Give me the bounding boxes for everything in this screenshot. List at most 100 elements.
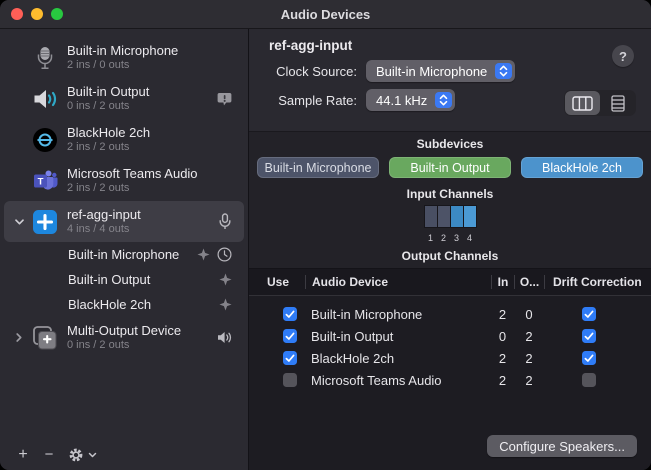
row-device-name: BlackHole 2ch xyxy=(305,351,491,366)
sidebar-item-built-in-microphone[interactable]: Built-in Microphone2 ins / 0 outs xyxy=(4,37,244,78)
drift-correction-checkbox[interactable] xyxy=(582,329,596,343)
sidebar-item-microsoft-teams-audio[interactable]: T Microsoft Teams Audio2 ins / 2 outs xyxy=(4,160,244,201)
col-header-in[interactable]: In xyxy=(491,275,514,289)
sidebar-subitem-built-in-output[interactable]: Built-in Output xyxy=(4,267,244,292)
configure-speakers-button[interactable]: Configure Speakers... xyxy=(487,435,637,457)
speaker-small-icon xyxy=(217,331,232,344)
table-row-blackhole-2ch[interactable]: BlackHole 2ch22 xyxy=(249,347,651,369)
row-device-name: Microsoft Teams Audio xyxy=(305,373,491,388)
col-header-use[interactable]: Use xyxy=(267,275,305,289)
sidebar-item-built-in-output[interactable]: Built-in Output0 ins / 2 outs xyxy=(4,78,244,119)
device-subtitle: 0 ins / 2 outs xyxy=(67,100,149,114)
drift-correction-checkbox[interactable] xyxy=(582,351,596,365)
window-title: Audio Devices xyxy=(0,7,651,22)
device-label: Built-in Output xyxy=(68,272,150,287)
row-in-count: 2 xyxy=(491,307,514,322)
sample-rate-value: 44.1 kHz xyxy=(376,93,427,108)
subdevice-button-blackhole-2ch[interactable]: BlackHole 2ch xyxy=(521,157,643,178)
row-in-count: 0 xyxy=(491,329,514,344)
device-subtitle: 2 ins / 2 outs xyxy=(67,182,198,196)
channel-3-number: 3 xyxy=(451,233,463,243)
zoom-button[interactable] xyxy=(51,8,63,20)
multi-output-device-icon xyxy=(32,325,58,351)
channel-4-number: 4 xyxy=(464,233,476,243)
subdevice-button-built-in-microphone[interactable]: Built-in Microphone xyxy=(257,157,379,178)
use-checkbox[interactable] xyxy=(283,307,297,321)
drift-correction-checkbox[interactable] xyxy=(582,307,596,321)
popup-stepper-icon xyxy=(435,92,452,108)
table-row-built-in-microphone[interactable]: Built-in Microphone20 xyxy=(249,303,651,325)
titlebar: Audio Devices xyxy=(0,0,651,29)
remove-device-button[interactable]: − xyxy=(36,447,62,463)
rows-icon xyxy=(611,95,625,112)
device-label: Microsoft Teams Audio xyxy=(67,166,198,182)
clock-source-label: Clock Source: xyxy=(269,64,357,79)
sidebar-item-blackhole-2ch[interactable]: BlackHole 2ch2 ins / 2 outs xyxy=(4,119,244,160)
close-button[interactable] xyxy=(11,8,23,20)
drift-correction-checkbox[interactable] xyxy=(582,373,596,387)
use-checkbox[interactable] xyxy=(283,351,297,365)
col-header-audio-device[interactable]: Audio Device xyxy=(305,275,491,289)
device-label: Multi-Output Device xyxy=(67,323,181,339)
column-view-button[interactable] xyxy=(565,91,600,115)
sidebar-item-ref-agg-input[interactable]: ref-agg-input4 ins / 4 outs xyxy=(4,201,244,242)
device-subtitle: 4 ins / 4 outs xyxy=(67,223,141,237)
clock-source-value: Built-in Microphone xyxy=(376,64,487,79)
device-subtitle: 2 ins / 2 outs xyxy=(67,141,150,155)
device-detail-panel: ref-agg-input ? Clock Source: Built-in M… xyxy=(249,29,651,470)
microphone-input-icon xyxy=(218,213,232,230)
col-header-drift-correction[interactable]: Drift Correction xyxy=(544,275,651,289)
device-label: Built-in Output xyxy=(67,84,149,100)
device-sidebar: Built-in Microphone2 ins / 0 outsBuilt-i… xyxy=(0,29,249,470)
subdevice-table-section: Use Audio Device In O... Drift Correctio… xyxy=(249,268,651,470)
disclosure-down-icon[interactable] xyxy=(14,217,32,227)
device-label: ref-agg-input xyxy=(67,207,141,223)
spark-icon xyxy=(219,298,232,311)
channel-2-number: 2 xyxy=(438,233,450,243)
row-device-name: Built-in Microphone xyxy=(305,307,491,322)
device-list: Built-in Microphone2 ins / 0 outsBuilt-i… xyxy=(0,29,248,358)
spark-icon xyxy=(197,248,210,261)
detail-header: ref-agg-input ? Clock Source: Built-in M… xyxy=(249,29,651,131)
page-title: ref-agg-input xyxy=(269,38,651,53)
add-device-button[interactable]: + xyxy=(10,447,36,463)
device-subtitle: 0 ins / 2 outs xyxy=(67,339,181,353)
col-header-out[interactable]: O... xyxy=(514,275,544,289)
alert-bubble-icon xyxy=(217,92,232,106)
device-label: Built-in Microphone xyxy=(68,247,179,262)
input-channels-title: Input Channels xyxy=(249,188,651,201)
svg-text:T: T xyxy=(38,176,44,187)
clock-source-popup[interactable]: Built-in Microphone xyxy=(366,60,515,82)
list-view-button[interactable] xyxy=(600,91,635,115)
actions-menu-button[interactable] xyxy=(68,447,97,463)
channel-numbers: 1234 xyxy=(249,233,651,243)
channel-3-block xyxy=(451,206,463,227)
device-label: Built-in Microphone xyxy=(67,43,178,59)
row-in-count: 2 xyxy=(491,351,514,366)
use-checkbox[interactable] xyxy=(283,373,297,387)
output-channels-title: Output Channels xyxy=(249,250,651,263)
row-device-name: Built-in Output xyxy=(305,329,491,344)
row-out-count: 2 xyxy=(514,373,544,388)
disclosure-right-icon[interactable] xyxy=(14,332,32,343)
subdevice-button-built-in-output[interactable]: Built-in Output xyxy=(389,157,511,178)
table-header-row: Use Audio Device In O... Drift Correctio… xyxy=(249,269,651,296)
clock-icon xyxy=(217,247,232,262)
sidebar-item-multi-output-device[interactable]: Multi-Output Device0 ins / 2 outs xyxy=(4,317,244,358)
table-row-built-in-output[interactable]: Built-in Output02 xyxy=(249,325,651,347)
channel-2-block xyxy=(438,206,450,227)
minimize-button[interactable] xyxy=(31,8,43,20)
aggregate-device-icon xyxy=(32,209,58,235)
sidebar-subitem-blackhole-2ch[interactable]: BlackHole 2ch xyxy=(4,292,244,317)
sidebar-toolbar: + − xyxy=(0,440,248,470)
columns-icon xyxy=(572,96,593,111)
sample-rate-popup[interactable]: 44.1 kHz xyxy=(366,89,455,111)
channel-4-block xyxy=(464,206,476,227)
sidebar-subitem-built-in-microphone[interactable]: Built-in Microphone xyxy=(4,242,244,267)
table-row-microsoft-teams-audio[interactable]: Microsoft Teams Audio22 xyxy=(249,369,651,391)
row-in-count: 2 xyxy=(491,373,514,388)
device-label: BlackHole 2ch xyxy=(67,125,150,141)
use-checkbox[interactable] xyxy=(283,329,297,343)
window-content: Built-in Microphone2 ins / 0 outsBuilt-i… xyxy=(0,29,651,470)
help-button[interactable]: ? xyxy=(612,45,634,67)
